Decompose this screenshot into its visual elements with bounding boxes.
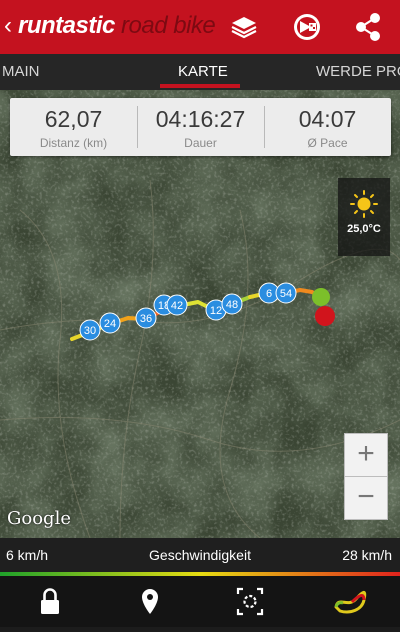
zoom-in-button[interactable]: + [344, 433, 388, 477]
route-icon[interactable] [300, 576, 400, 627]
km-marker-label: 54 [280, 288, 292, 300]
km-marker-label: 30 [84, 325, 96, 337]
active-tab-indicator [160, 84, 240, 88]
lock-icon[interactable] [0, 576, 100, 627]
stat-label: Ø Pace [307, 136, 348, 150]
map-attribution: Google [7, 508, 71, 529]
end-marker[interactable] [315, 306, 335, 326]
stat-label: Dauer [184, 136, 217, 150]
tab-werde-pro[interactable]: WERDE PRO! [316, 54, 400, 90]
km-marker-label: 6 [266, 288, 272, 300]
stat-duration: 04:16:27 Dauer [137, 98, 264, 156]
speed-legend: 6 km/h Geschwindigkeit 28 km/h [0, 538, 400, 572]
km-marker-label: 24 [104, 318, 116, 330]
stat-value: 04:07 [298, 106, 357, 132]
brand-product: road bike [114, 12, 216, 39]
stats-card: 62,07 Distanz (km) 04:16:27 Dauer 04:07 … [10, 98, 391, 156]
stack-icon[interactable] [224, 8, 264, 46]
speed-max: 28 km/h [342, 547, 392, 563]
app-bar: ‹ runtastic road bike [0, 0, 400, 54]
zoom-out-button[interactable]: − [344, 476, 388, 520]
brand-name: runtastic [18, 12, 115, 39]
speed-label: Geschwindigkeit [149, 547, 251, 563]
stat-value: 04:16:27 [155, 106, 246, 132]
stat-value: 62,07 [44, 106, 103, 132]
tab-main[interactable]: MAIN [2, 54, 40, 90]
fullscreen-icon[interactable] [200, 576, 300, 627]
stat-label: Distanz (km) [39, 136, 108, 150]
app-logo: runtastic road bike [18, 12, 216, 40]
map-view[interactable]: 30 24 36 18 42 12 48 6 54 [0, 90, 400, 538]
stat-pace: 04:07 Ø Pace [264, 98, 391, 156]
stat-distance: 62,07 Distanz (km) [10, 98, 137, 156]
location-pin-icon[interactable] [100, 576, 200, 627]
km-marker-label: 36 [140, 313, 152, 325]
share-icon[interactable] [348, 8, 388, 46]
back-arrow-icon[interactable]: ‹ [4, 12, 12, 40]
start-marker[interactable] [312, 288, 330, 306]
weather-temperature: 25,0°C [347, 223, 381, 235]
bottom-toolbar [0, 576, 400, 627]
km-marker-label: 42 [171, 300, 183, 312]
share-track-icon[interactable] [287, 8, 327, 46]
km-marker-label: 12 [210, 305, 222, 317]
km-marker-label: 48 [226, 299, 238, 311]
weather-widget[interactable]: 25,0°C [338, 178, 390, 256]
